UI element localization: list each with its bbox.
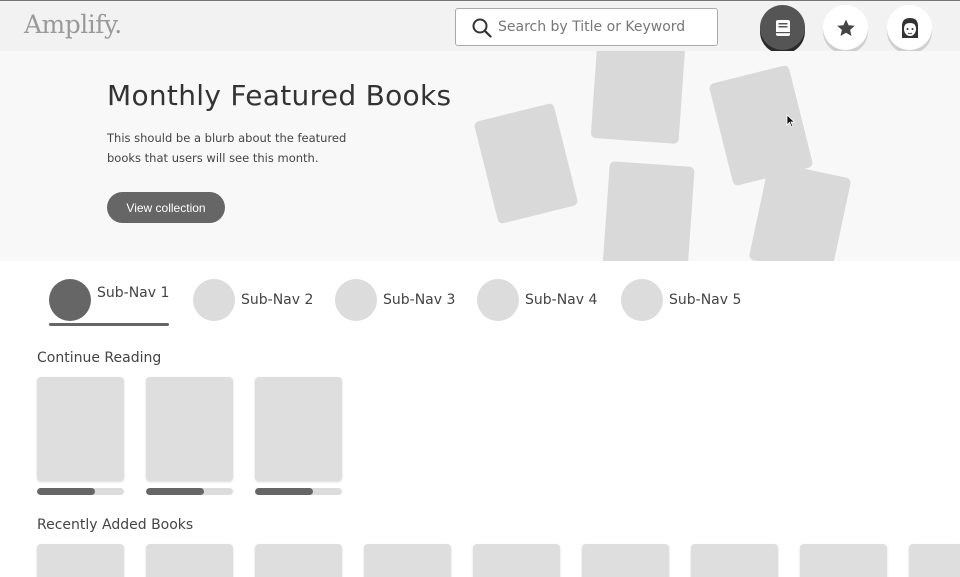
subnav-label: Sub-Nav 4	[525, 292, 598, 308]
avatar-icon	[901, 17, 918, 38]
search-icon	[472, 18, 492, 38]
continue-reading-heading: Continue Reading	[37, 350, 162, 366]
recent-book-cover[interactable]	[37, 544, 124, 577]
subnav-label: Sub-Nav 5	[669, 292, 742, 308]
reading-progress-fill	[37, 488, 96, 495]
profile-button[interactable]	[887, 5, 932, 50]
subnav-label: Sub-Nav 2	[241, 292, 314, 308]
search-input[interactable]	[498, 15, 708, 39]
subnav-icon	[193, 279, 235, 321]
reading-progress-bar	[37, 488, 124, 495]
continue-book-cover[interactable]	[37, 377, 124, 481]
reading-progress-bar	[255, 488, 342, 495]
subnav-active-indicator	[49, 323, 169, 326]
library-button[interactable]	[760, 5, 805, 50]
featured-book-cover[interactable]	[473, 102, 579, 225]
app-logo[interactable]: Amplify.	[24, 10, 122, 39]
subnav-icon	[49, 279, 91, 321]
continue-book-cover[interactable]	[255, 377, 342, 481]
subnav-icon	[621, 279, 663, 321]
reading-progress-fill	[255, 488, 314, 495]
recent-book-cover[interactable]	[146, 544, 233, 577]
search-box[interactable]	[455, 8, 718, 46]
favorites-button[interactable]	[823, 5, 868, 50]
subnav-label: Sub-Nav 3	[383, 292, 456, 308]
subnav-item-1[interactable]: Sub-Nav 1	[49, 272, 169, 328]
recent-book-cover[interactable]	[691, 544, 778, 577]
star-icon	[836, 19, 855, 36]
recent-book-cover[interactable]	[800, 544, 887, 577]
book-icon	[775, 19, 790, 36]
subnav-item-3[interactable]: Sub-Nav 3	[335, 272, 455, 328]
featured-book-cover[interactable]	[602, 161, 695, 261]
subnav-icon	[335, 279, 377, 321]
reading-progress-bar	[146, 488, 233, 495]
recent-book-cover[interactable]	[473, 544, 560, 577]
subnav-icon	[477, 279, 519, 321]
subnav-item-2[interactable]: Sub-Nav 2	[193, 272, 313, 328]
featured-book-cover[interactable]	[590, 51, 686, 144]
subnav-label: Sub-Nav 1	[97, 285, 170, 301]
header: Amplify.	[0, 0, 960, 51]
subnav-item-4[interactable]: Sub-Nav 4	[477, 272, 597, 328]
hero-blurb: This should be a blurb about the feature…	[107, 131, 347, 165]
recent-book-cover[interactable]	[909, 544, 960, 577]
reading-progress-fill	[146, 488, 205, 495]
mouse-cursor-icon	[786, 114, 796, 128]
featured-hero: Monthly Featured Books This should be a …	[0, 51, 960, 261]
recent-book-cover[interactable]	[364, 544, 451, 577]
continue-book-cover[interactable]	[146, 377, 233, 481]
recently-added-heading: Recently Added Books	[37, 517, 194, 533]
recent-book-cover[interactable]	[582, 544, 669, 577]
hero-title: Monthly Featured Books	[107, 79, 452, 112]
recent-book-cover[interactable]	[255, 544, 342, 577]
subnav-item-5[interactable]: Sub-Nav 5	[621, 272, 741, 328]
view-collection-button[interactable]: View collection	[107, 192, 225, 223]
